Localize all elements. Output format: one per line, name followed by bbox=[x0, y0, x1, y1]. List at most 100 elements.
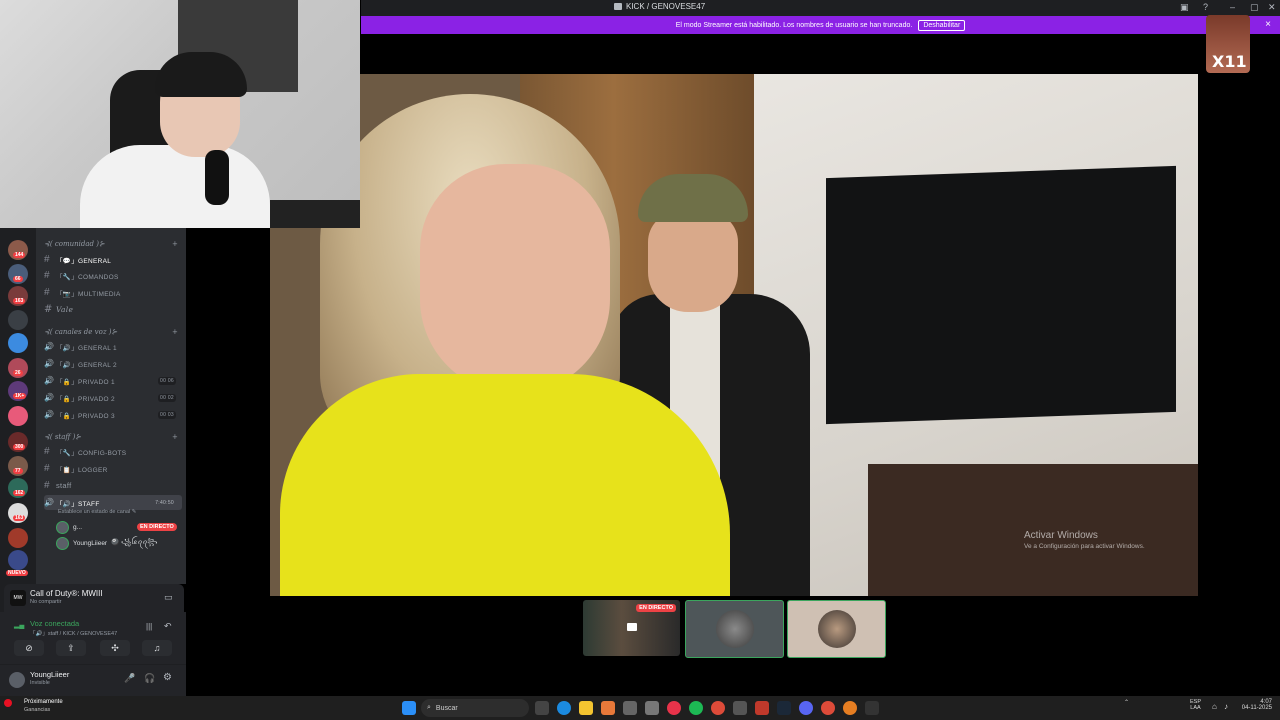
voice-privado-2[interactable]: 🔊 「🔒」privado 2 00 02 bbox=[44, 390, 182, 405]
hash-icon: # bbox=[44, 480, 50, 491]
participant-tile[interactable] bbox=[787, 600, 886, 658]
file-explorer-icon[interactable] bbox=[579, 701, 593, 715]
network-icon[interactable]: ⌂ bbox=[1212, 702, 1217, 711]
avatar[interactable] bbox=[9, 672, 25, 688]
speaker-icon: 🔊 bbox=[44, 342, 55, 351]
chrome-icon[interactable] bbox=[711, 701, 725, 715]
activity-name: Call of Duty®: MWIII bbox=[30, 589, 103, 598]
edge-icon[interactable] bbox=[557, 701, 571, 715]
voice-status: Voz conectada bbox=[30, 619, 80, 628]
voice-privado-1[interactable]: 🔊 「🔒」privado 1 00 06 bbox=[44, 373, 182, 388]
mention-badge: 144 bbox=[13, 252, 26, 258]
steam-icon[interactable] bbox=[777, 701, 791, 715]
live-badge: EN DIRECTO bbox=[137, 523, 177, 531]
channel-logger[interactable]: # 「📋」logger bbox=[44, 461, 182, 476]
spotify-icon[interactable] bbox=[689, 701, 703, 715]
voice-privado-3[interactable]: 🔊 「🔒」privado 3 00 03 bbox=[44, 407, 182, 422]
hash-icon: # bbox=[44, 270, 50, 281]
channel-multimedia[interactable]: # 「📷」multimedia bbox=[44, 285, 182, 300]
settings-icon[interactable] bbox=[623, 701, 637, 715]
system-tray[interactable]: ⌃ bbox=[1124, 699, 1129, 706]
task-view-icon[interactable] bbox=[535, 701, 549, 715]
disable-streamer-button[interactable]: Deshabilitar bbox=[918, 19, 966, 31]
noise-icon[interactable]: ||| bbox=[146, 622, 152, 631]
category-comunidad[interactable]: ⊰( comunidad )⊱ + bbox=[44, 240, 178, 248]
add-channel-icon[interactable]: + bbox=[172, 328, 178, 336]
game-icon: MW bbox=[10, 590, 26, 606]
channel-list: ⊰( comunidad )⊱ + # 「💬」general # 「🔧」comando… bbox=[36, 228, 186, 584]
app-icon[interactable] bbox=[755, 701, 769, 715]
speaker-icon: 🔊 bbox=[44, 498, 55, 507]
help-icon[interactable]: ? bbox=[1203, 2, 1208, 12]
discord-icon[interactable] bbox=[799, 701, 813, 715]
voice-connection-panel: ▂▄ Voz conectada 「🔊」staff / KICK / GENOV… bbox=[0, 612, 186, 664]
add-channel-icon[interactable]: + bbox=[172, 433, 178, 441]
window-titlebar: KICK / GENOVESE47 ▣ ? – ▢ ✕ bbox=[361, 0, 1280, 16]
voice-user[interactable]: YoungLiieer 🎱 ꧁ꪶꫀꪖꪖ꧂ bbox=[56, 536, 157, 550]
stream-thumbnail[interactable]: EN DIRECTO bbox=[583, 600, 680, 656]
voice-general-1[interactable]: 🔊 「🔊」general 1 bbox=[44, 339, 182, 354]
activities-button[interactable]: ✣ bbox=[100, 640, 130, 656]
window-title: KICK / GENOVESE47 bbox=[614, 2, 705, 11]
channel-config-bots[interactable]: # 「🔧」config-bots bbox=[44, 444, 182, 459]
obs-icon[interactable] bbox=[865, 701, 879, 715]
tray-up-icon[interactable]: ⌃ bbox=[1124, 700, 1129, 706]
participant-tile[interactable] bbox=[685, 600, 784, 658]
app-icon[interactable] bbox=[843, 701, 857, 715]
hash-icon: # bbox=[44, 463, 50, 474]
camera-button[interactable]: ⊘ bbox=[14, 640, 44, 656]
headphones-icon[interactable]: 🎧 bbox=[144, 673, 155, 684]
banner-text: El modo Streamer está habilitado. Los no… bbox=[675, 21, 913, 29]
hash-icon: # bbox=[44, 287, 50, 298]
app-icon[interactable] bbox=[733, 701, 747, 715]
channel-vale[interactable]: # Vale bbox=[44, 302, 182, 317]
server-icon[interactable] bbox=[8, 406, 28, 426]
widget-sub: Ganancias bbox=[24, 707, 51, 713]
channel-comandos[interactable]: # 「🔧」comandos bbox=[44, 268, 182, 283]
close-icon[interactable]: ✕ bbox=[1268, 2, 1276, 13]
stream-video[interactable]: Activar Windows Ve a Configuración para … bbox=[270, 74, 1198, 596]
language-indicator[interactable]: ESP LAA bbox=[1190, 699, 1201, 711]
banner-close-icon[interactable]: × bbox=[1265, 19, 1271, 30]
minimize-icon[interactable]: – bbox=[1230, 2, 1235, 12]
voice-user[interactable]: g... bbox=[56, 520, 82, 534]
add-channel-icon[interactable]: + bbox=[172, 240, 178, 248]
category-staff[interactable]: ⊰( staff )⊱ + bbox=[44, 433, 178, 441]
disconnect-icon[interactable]: ↶ bbox=[164, 621, 172, 632]
app-icon[interactable] bbox=[645, 701, 659, 715]
volume-icon[interactable]: ♪ bbox=[1224, 702, 1228, 711]
screen-share-icon[interactable]: ▭ bbox=[164, 592, 173, 603]
monitor-icon bbox=[627, 623, 637, 631]
voice-staff[interactable]: 🔊 「🔊」staff 7:40:50 bbox=[44, 495, 182, 510]
settings-gear-icon[interactable]: ⚙ bbox=[163, 672, 172, 683]
mic-icon[interactable]: 🎤 bbox=[124, 673, 135, 684]
soundboard-button[interactable]: ♫ bbox=[142, 640, 172, 656]
mention-badge: 162 bbox=[13, 490, 26, 496]
category-canales-voz[interactable]: ⊰( canales de voz )⊱ + bbox=[44, 328, 178, 336]
server-icon[interactable] bbox=[8, 333, 28, 353]
user-limit: 00 02 bbox=[157, 393, 176, 402]
channel-staff[interactable]: # staff bbox=[44, 478, 182, 493]
channel-general[interactable]: # 「💬」general bbox=[44, 252, 182, 267]
start-icon[interactable] bbox=[402, 701, 416, 715]
share-screen-button[interactable]: ⇪ bbox=[56, 640, 86, 656]
chrome-icon[interactable] bbox=[821, 701, 835, 715]
channel-status-hint[interactable]: Establece un estado de canal ✎ bbox=[58, 509, 136, 515]
hash-icon: # bbox=[44, 254, 50, 265]
clock[interactable]: 4:07 04-11-2025 bbox=[1238, 699, 1272, 711]
voice-general-2[interactable]: 🔊 「🔊」general 2 bbox=[44, 356, 182, 371]
voice-location[interactable]: 「🔊」staff / KICK / GENOVESE47 bbox=[30, 629, 117, 637]
taskbar-search[interactable]: ⌕ Buscar bbox=[421, 699, 529, 717]
signal-icon[interactable]: ▂▄ bbox=[14, 621, 24, 629]
mention-badge: 66 bbox=[13, 276, 23, 282]
user-limit: 00 03 bbox=[157, 410, 176, 419]
inbox-icon[interactable]: ▣ bbox=[1180, 2, 1189, 13]
server-icon[interactable] bbox=[8, 550, 28, 570]
desk bbox=[270, 200, 360, 228]
widget-title[interactable]: Próximamente bbox=[24, 699, 63, 705]
maximize-icon[interactable]: ▢ bbox=[1250, 2, 1259, 13]
media-icon[interactable] bbox=[667, 701, 681, 715]
server-icon[interactable] bbox=[8, 528, 28, 548]
app-icon[interactable] bbox=[601, 701, 615, 715]
server-icon[interactable] bbox=[8, 310, 28, 330]
